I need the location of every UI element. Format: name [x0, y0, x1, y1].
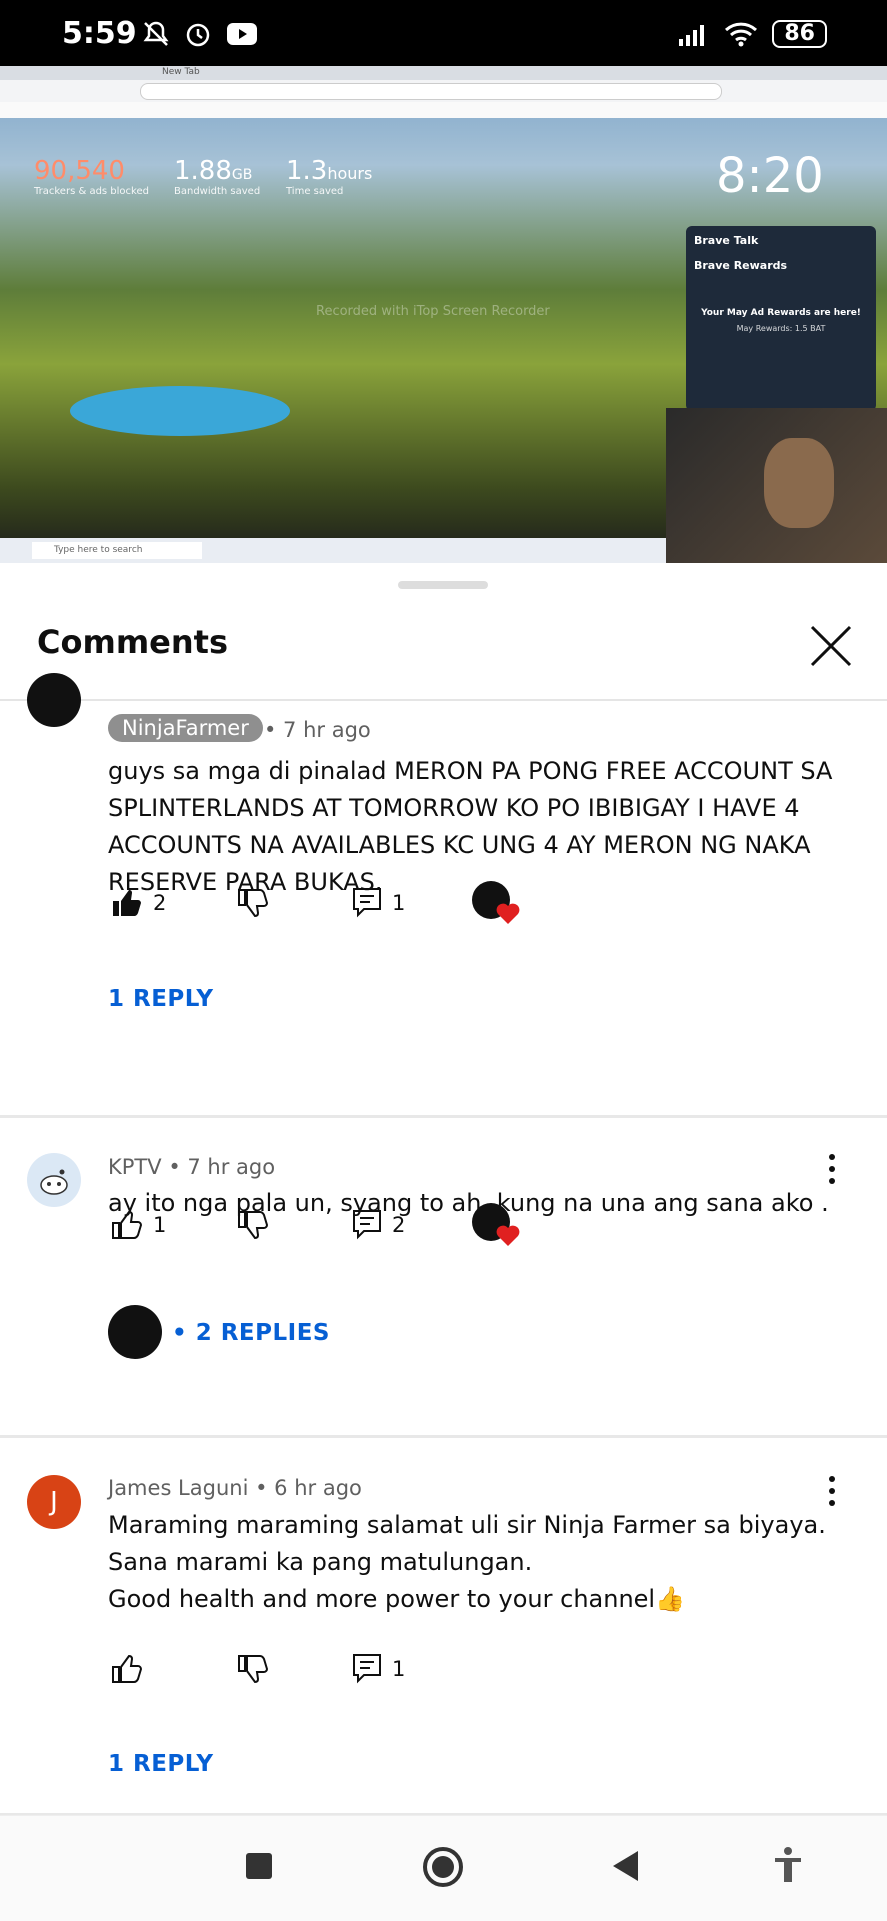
status-right: 86 [678, 20, 827, 48]
view-replies-button[interactable]: 1 REPLY [108, 986, 214, 1012]
close-icon[interactable] [806, 621, 856, 671]
wifi-icon [725, 22, 758, 47]
back-icon[interactable] [610, 1849, 640, 1883]
reply-count: 2 [392, 1213, 406, 1237]
view-replies-button[interactable]: 1 REPLY [108, 1751, 214, 1777]
avatar[interactable]: J [27, 1475, 81, 1529]
comment-author[interactable]: James Laguni • 6 hr ago [108, 1476, 362, 1500]
comments-sheet: Comments NinjaFarmer • 7 hr ago guys sa … [0, 563, 887, 1920]
reply-count: 1 [392, 891, 406, 915]
webcam-person [764, 438, 834, 528]
more-vert-icon[interactable] [822, 1473, 842, 1509]
dislike-icon[interactable] [236, 1209, 268, 1241]
dislike-icon[interactable] [236, 1653, 268, 1685]
browser-tab-active: New Tab [162, 67, 200, 77]
signal-icon [679, 25, 705, 46]
stat-bandwidth: 1.88GB Bandwidth saved [174, 156, 261, 197]
reply-count: 1 [392, 1657, 406, 1681]
comment-divider [0, 1435, 887, 1438]
browser-bookmarks [0, 102, 887, 118]
android-navbar [0, 1815, 887, 1921]
recorder-watermark: Recorded with iTop Screen Recorder [316, 304, 550, 319]
view-replies-button[interactable]: • 2 REPLIES [172, 1320, 330, 1346]
comment-text: guys sa mga di pinalad MERON PA PONG FRE… [108, 757, 833, 896]
heart-icon [496, 903, 520, 924]
reply-avatar [108, 1305, 162, 1359]
avatar[interactable] [27, 1153, 81, 1207]
header-divider [0, 699, 887, 701]
browser-addressbar [0, 80, 887, 102]
comment-author[interactable]: KPTV • 7 hr ago [108, 1155, 275, 1179]
comment-text: Maraming maraming salamat uli sir Ninja … [108, 1511, 826, 1613]
like-count: 2 [153, 891, 167, 915]
video-player[interactable]: New Tab 90,540 Trackers & ads blocked 1.… [0, 66, 887, 563]
more-vert-icon[interactable] [822, 1151, 842, 1187]
comments-title: Comments [37, 623, 228, 661]
drag-handle[interactable] [398, 581, 488, 589]
status-bar: 5:59 86 [0, 0, 887, 66]
status-time: 5:59 [62, 16, 137, 51]
accessibility-icon[interactable] [772, 1846, 804, 1884]
heart-icon [496, 1225, 520, 1246]
reddit-alien-icon [40, 1169, 68, 1195]
like-filled-icon[interactable] [110, 887, 142, 919]
stat-trackers: 90,540 Trackers & ads blocked [34, 156, 149, 197]
status-icons [142, 20, 258, 48]
video-clock: 8:20 [716, 148, 824, 204]
lake-shape [70, 386, 290, 436]
youtube-icon [227, 23, 257, 45]
reply-icon[interactable] [352, 1209, 382, 1241]
like-icon[interactable] [110, 1653, 142, 1685]
battery-indicator: 86 [772, 20, 827, 48]
alarm-icon [186, 23, 210, 47]
mute-bell-icon [143, 21, 169, 46]
comment-divider [0, 1115, 887, 1118]
brave-panel: Brave Talk Brave Rewards Your May Ad Rew… [686, 226, 876, 411]
dislike-icon[interactable] [236, 887, 268, 919]
stat-time: 1.3hours Time saved [286, 156, 373, 197]
windows-taskbar: Type here to search [0, 538, 666, 563]
like-count: 1 [153, 1213, 167, 1237]
webcam-overlay [666, 408, 887, 563]
recents-icon[interactable] [244, 1851, 274, 1881]
reply-icon[interactable] [352, 1653, 382, 1685]
browser-tabbar: New Tab [0, 66, 887, 80]
comment-time: • 7 hr ago [264, 718, 371, 742]
like-icon[interactable] [110, 1209, 142, 1241]
comment-author-chip[interactable]: NinjaFarmer [108, 714, 263, 742]
avatar[interactable] [27, 673, 81, 727]
reply-icon[interactable] [352, 887, 382, 919]
home-icon[interactable] [422, 1846, 464, 1888]
